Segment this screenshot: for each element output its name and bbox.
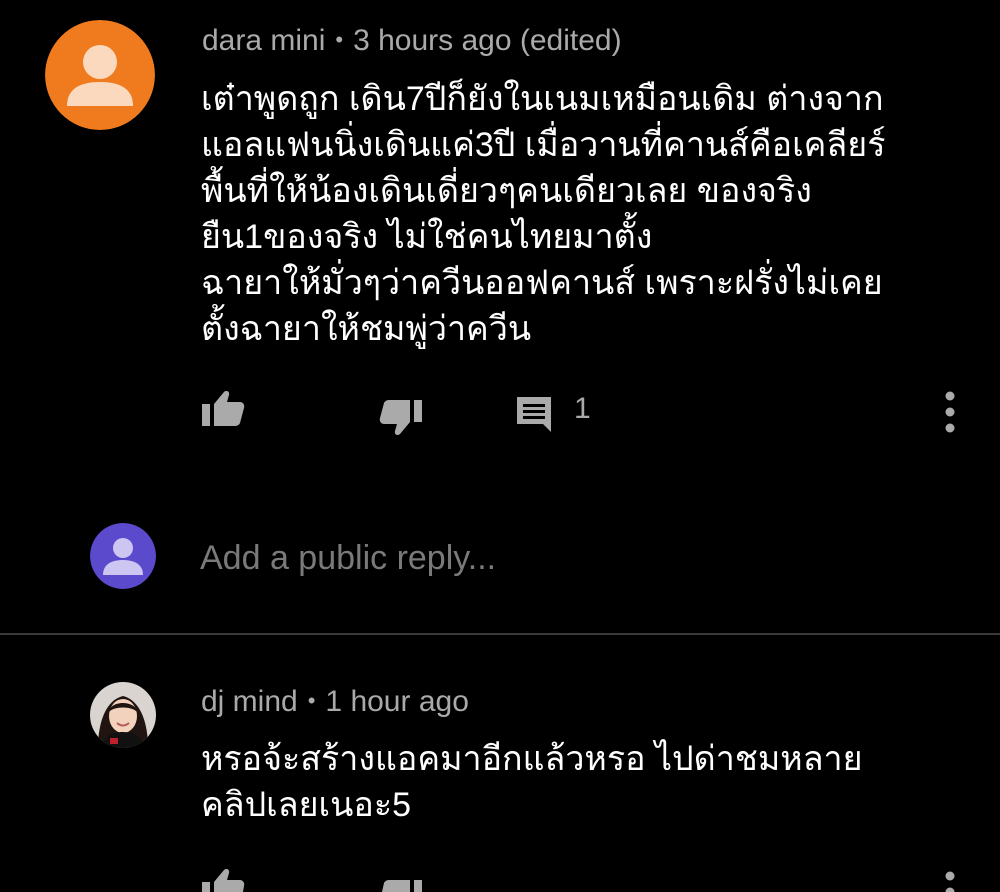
comment-text: เต๋าพูดถูก เดิน7ปีก็ยังในเนมเหมือนเดิม ต…	[201, 76, 885, 352]
reply-button[interactable]: 1	[514, 392, 591, 434]
comment-divider	[0, 633, 1000, 635]
more-options-button[interactable]	[940, 870, 960, 892]
like-button[interactable]	[200, 866, 246, 892]
default-user-avatar-icon	[90, 523, 156, 589]
meta-separator: •	[307, 688, 316, 713]
user-avatar[interactable]	[45, 20, 155, 130]
reply-count: 1	[574, 392, 591, 425]
current-user-avatar	[90, 523, 156, 589]
thumbs-down-icon	[382, 880, 422, 892]
thumbs-down-icon	[379, 400, 422, 435]
comment-line: คลิปเลยเนอะ5	[201, 786, 411, 824]
comment-meta: dj mind • 1 hour ago	[201, 683, 469, 720]
author-name[interactable]: dara mini	[202, 24, 325, 57]
comment-line: แอลแฟนนิ่งเดินแค่3ปี เมื่อวานที่คานส์คือ…	[201, 126, 886, 164]
more-vertical-icon	[945, 391, 955, 433]
comment-line: ฉายาให้มั่วๆว่าควีนออฟคานส์ เพราะฝรั่งไม…	[201, 264, 883, 302]
comment-line: ยืน1ของจริง ไม่ใช่คนไทยมาตั้ง	[201, 218, 653, 256]
meta-separator: •	[335, 27, 344, 52]
thumbs-up-icon	[202, 391, 245, 426]
like-button[interactable]	[200, 388, 246, 428]
comment-time: 1 hour ago	[325, 685, 469, 718]
comment-meta: dara mini • 3 hours ago (edited)	[202, 22, 622, 59]
author-name[interactable]: dj mind	[201, 685, 298, 718]
comment-line: ตั้งฉายาให้ชมพู่ว่าควีน	[201, 310, 532, 348]
comment-line: หรอจ้ะสร้างแอคมาอีกแล้วหรอ ไปด่าชมหลาย	[201, 740, 863, 778]
dislike-button[interactable]	[378, 878, 424, 892]
profile-photo-icon	[90, 682, 156, 748]
default-user-avatar-icon	[45, 20, 155, 130]
user-avatar[interactable]	[90, 682, 156, 748]
comment-text: หรอจ้ะสร้างแอคมาอีกแล้วหรอ ไปด่าชมหลาย ค…	[201, 736, 863, 828]
thumbs-up-icon	[202, 869, 245, 892]
comment-time: 3 hours ago (edited)	[353, 24, 622, 57]
comment-line: พื้นที่ให้น้องเดินเดี่ยวๆคนเดียวเลย ของจ…	[201, 172, 812, 210]
comment-line: เต๋าพูดถูก เดิน7ปีก็ยังในเนมเหมือนเดิม ต…	[201, 80, 884, 118]
more-options-button[interactable]	[940, 390, 960, 434]
more-vertical-icon	[945, 871, 955, 892]
comment-icon	[517, 397, 551, 432]
dislike-button[interactable]	[378, 398, 424, 438]
reply-input[interactable]: Add a public reply...	[200, 538, 496, 578]
